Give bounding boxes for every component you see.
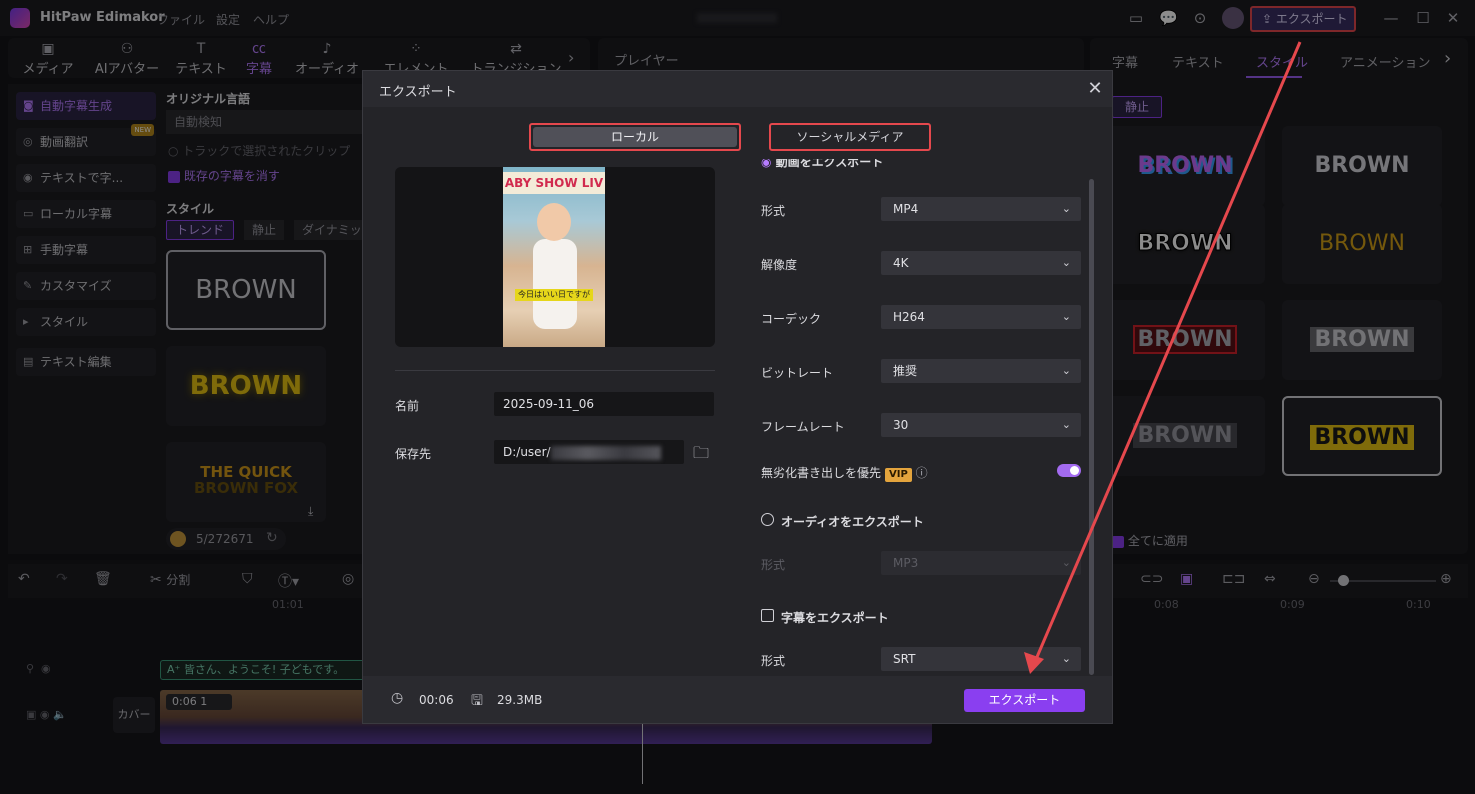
chevron-down-icon: ⌄ [1061,310,1071,323]
resolution-select[interactable]: 4K ⌄ [881,251,1081,275]
vip-badge: VIP [885,468,912,482]
format-select[interactable]: MP4 ⌄ [881,197,1081,221]
tab-local-label: ローカル [533,127,737,147]
codec-select[interactable]: H264 ⌄ [881,305,1081,329]
save-location-input[interactable]: D:/user/ [494,440,684,464]
bitrate-label: ビットレート [761,366,834,380]
audio-format-label: 形式 [761,558,786,572]
preview-thumbnail: ABY SHOW LIV 今日はいい日ですが [503,167,605,347]
info-icon[interactable]: ⓘ [916,466,928,480]
audio-export-radio[interactable] [761,513,774,526]
file-size-icon: 🖫 [471,693,483,709]
codec-label: コーデック [761,312,822,326]
preview-figure-body [533,239,577,329]
framerate-label: フレームレート [761,420,845,434]
save-location-value: D:/user/ [503,445,551,459]
preview-banner: ABY SHOW LIV [503,172,605,194]
video-preview: ABY SHOW LIV 今日はいい日ですが [395,167,715,347]
name-label: 名前 [395,399,420,413]
bitrate-value: 推奨 [893,364,918,378]
radio-selected-icon: ◉ [761,159,776,169]
tab-local[interactable]: ローカル [529,123,741,151]
audio-export-label[interactable]: オーディオをエクスポート [781,513,924,530]
subtitle-format-value: SRT [893,652,916,666]
chevron-down-icon: ⌄ [1061,556,1071,569]
name-input[interactable]: 2025-09-11_06 [494,392,714,416]
codec-value: H264 [893,310,925,324]
chevron-down-icon: ⌄ [1061,652,1071,665]
export-duration: 00:06 [419,693,454,707]
subtitle-export-label[interactable]: 字幕をエクスポート [781,609,889,626]
chevron-down-icon: ⌄ [1061,202,1071,215]
dialog-header: エクスポート ✕ [363,71,1112,107]
export-button[interactable]: エクスポート [964,689,1085,712]
dialog-title: エクスポート [379,85,457,100]
format-value: MP4 [893,202,919,216]
lossless-label: 無劣化書き出しを優先 VIP ⓘ [761,464,928,482]
video-export-option[interactable]: ◉ 動画をエクスポート [761,159,883,169]
audio-format-select[interactable]: MP3 ⌄ [881,551,1081,575]
close-icon[interactable]: ✕ [1083,77,1107,101]
subtitle-export-checkbox[interactable] [761,609,774,622]
export-file-size: 29.3MB [497,693,543,707]
tab-social-media[interactable]: ソーシャルメディア [769,123,931,151]
bitrate-select[interactable]: 推奨 ⌄ [881,359,1081,383]
preview-subtitle: 今日はいい日ですが [515,289,593,301]
format-label: 形式 [761,204,786,218]
divider [395,370,715,371]
video-export-label: 動画をエクスポート [775,159,884,169]
preview-figure-head [537,203,571,241]
chevron-down-icon: ⌄ [1061,364,1071,377]
settings-scrollbar[interactable] [1089,179,1094,675]
lossless-text: 無劣化書き出しを優先 [761,466,882,480]
folder-icon[interactable]: 🗀 [693,442,709,469]
resolution-label: 解像度 [761,258,798,272]
audio-format-value: MP3 [893,556,919,570]
chevron-down-icon: ⌄ [1061,418,1071,431]
path-blur [550,445,661,460]
subtitle-format-select[interactable]: SRT ⌄ [881,647,1081,671]
chevron-down-icon: ⌄ [1061,256,1071,269]
subtitle-format-label: 形式 [761,654,786,668]
clock-icon: ◷ [391,690,404,706]
save-location-label: 保存先 [395,447,432,461]
export-dialog: エクスポート ✕ ローカル ソーシャルメディア ABY SHOW LIV 今日は… [362,70,1113,724]
framerate-value: 30 [893,418,909,432]
framerate-select[interactable]: 30 ⌄ [881,413,1081,437]
resolution-value: 4K [893,256,909,270]
lossless-toggle[interactable] [1057,464,1081,477]
dialog-footer: ◷ 00:06 🖫 29.3MB エクスポート [363,676,1112,723]
